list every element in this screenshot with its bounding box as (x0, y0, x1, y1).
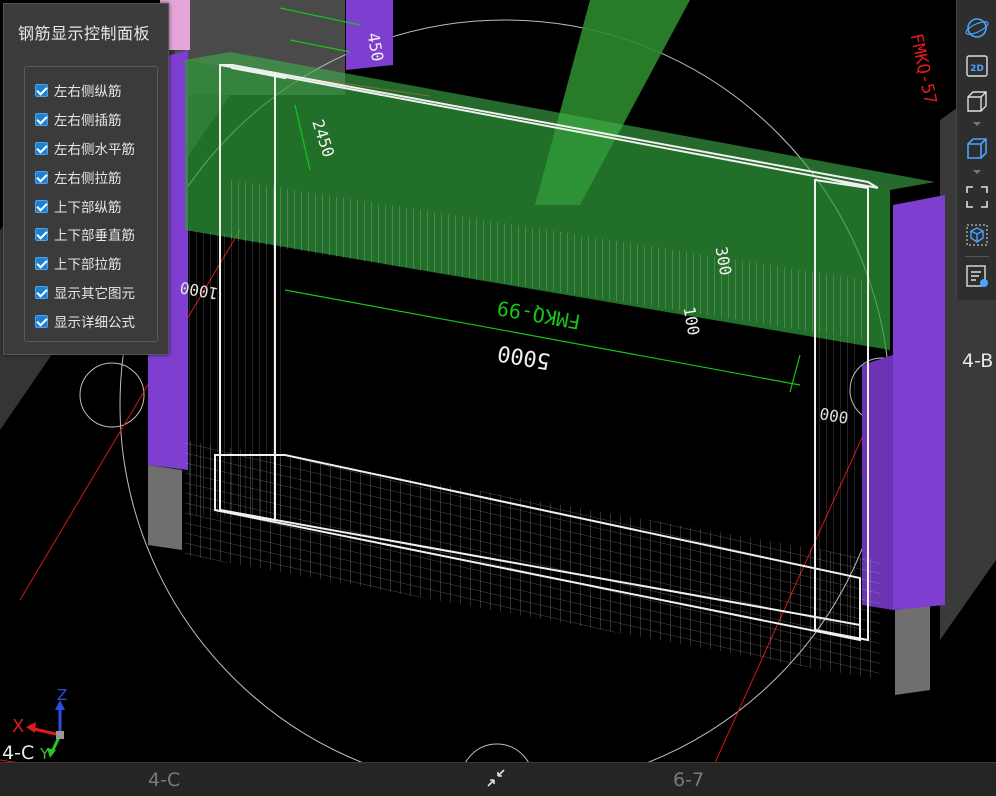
iso-view-icon[interactable] (963, 221, 991, 249)
option-left-right-horizontal[interactable]: 左右侧水平筋 (35, 136, 135, 160)
checkbox[interactable] (35, 314, 48, 328)
checkbox[interactable] (35, 285, 48, 299)
collapse-icon[interactable] (484, 766, 508, 790)
checkbox[interactable] (35, 170, 48, 184)
right-wall-rebar-mesh (815, 335, 860, 640)
grid-label-4c: 4-C (2, 742, 35, 764)
left-wall-rebar-mesh (188, 230, 285, 520)
chevron-down-icon[interactable] (973, 170, 981, 174)
checkbox[interactable] (35, 199, 48, 213)
axis-x-label: X (12, 716, 25, 737)
checkbox[interactable] (35, 256, 48, 270)
orbit-icon[interactable] (963, 14, 991, 42)
option-top-bottom-longitudinal[interactable]: 上下部纵筋 (35, 194, 122, 218)
checkbox[interactable] (35, 112, 48, 126)
option-left-right-longitudinal[interactable]: 左右侧纵筋 (35, 78, 122, 102)
view-toolbar: 2D (956, 0, 996, 300)
grid-label-67: 6-7 (673, 769, 705, 791)
option-top-bottom-tie[interactable]: 上下部拉筋 (35, 251, 122, 275)
option-left-right-tie[interactable]: 左右侧拉筋 (35, 165, 122, 189)
properties-icon[interactable] (963, 262, 991, 290)
3d-box-filled-icon[interactable] (963, 135, 991, 163)
chevron-down-icon[interactable] (973, 122, 981, 126)
right-pier-base (895, 605, 930, 695)
axis-z-label: Z (57, 686, 68, 704)
axis-y-label: Y (40, 745, 50, 763)
grid-bubble-left (79, 362, 145, 428)
grid-label-4b: 4-B (962, 350, 994, 372)
left-pier-base (148, 465, 182, 550)
checkbox[interactable] (35, 83, 48, 97)
grid-label-4c-bottom: 4-C (148, 769, 181, 791)
fit-view-icon[interactable] (963, 183, 991, 211)
2d-view-label: 2D (970, 64, 984, 74)
right-purple-column (893, 195, 945, 610)
2d-view-icon[interactable]: 2D (963, 52, 991, 80)
checkbox[interactable] (35, 141, 48, 155)
3d-box-icon[interactable] (963, 88, 991, 116)
frame-label-top: FMKQ-57 (906, 32, 940, 106)
option-left-right-dowel[interactable]: 左右侧插筋 (35, 107, 122, 131)
toolbar-separator (965, 256, 989, 257)
options-group: 左右侧纵筋 左右侧插筋 左右侧水平筋 左右侧拉筋 上下部纵筋 上下部垂直筋 上下… (24, 66, 158, 342)
option-top-bottom-vertical[interactable]: 上下部垂直筋 (35, 222, 135, 246)
rebar-display-control-panel: 钢筋显示控制面板 左右侧纵筋 左右侧插筋 左右侧水平筋 左右侧拉筋 上下部纵筋 … (3, 3, 169, 355)
option-show-other-elements[interactable]: 显示其它图元 (35, 280, 135, 304)
option-show-detailed-formula[interactable]: 显示详细公式 (35, 309, 135, 333)
checkbox[interactable] (35, 227, 48, 241)
dim-100-label: 100 (680, 305, 704, 337)
panel-title: 钢筋显示控制面板 (18, 24, 151, 43)
frame-label: FMKQ-99 (495, 296, 582, 334)
dim-width-label: 5000 (496, 339, 553, 373)
